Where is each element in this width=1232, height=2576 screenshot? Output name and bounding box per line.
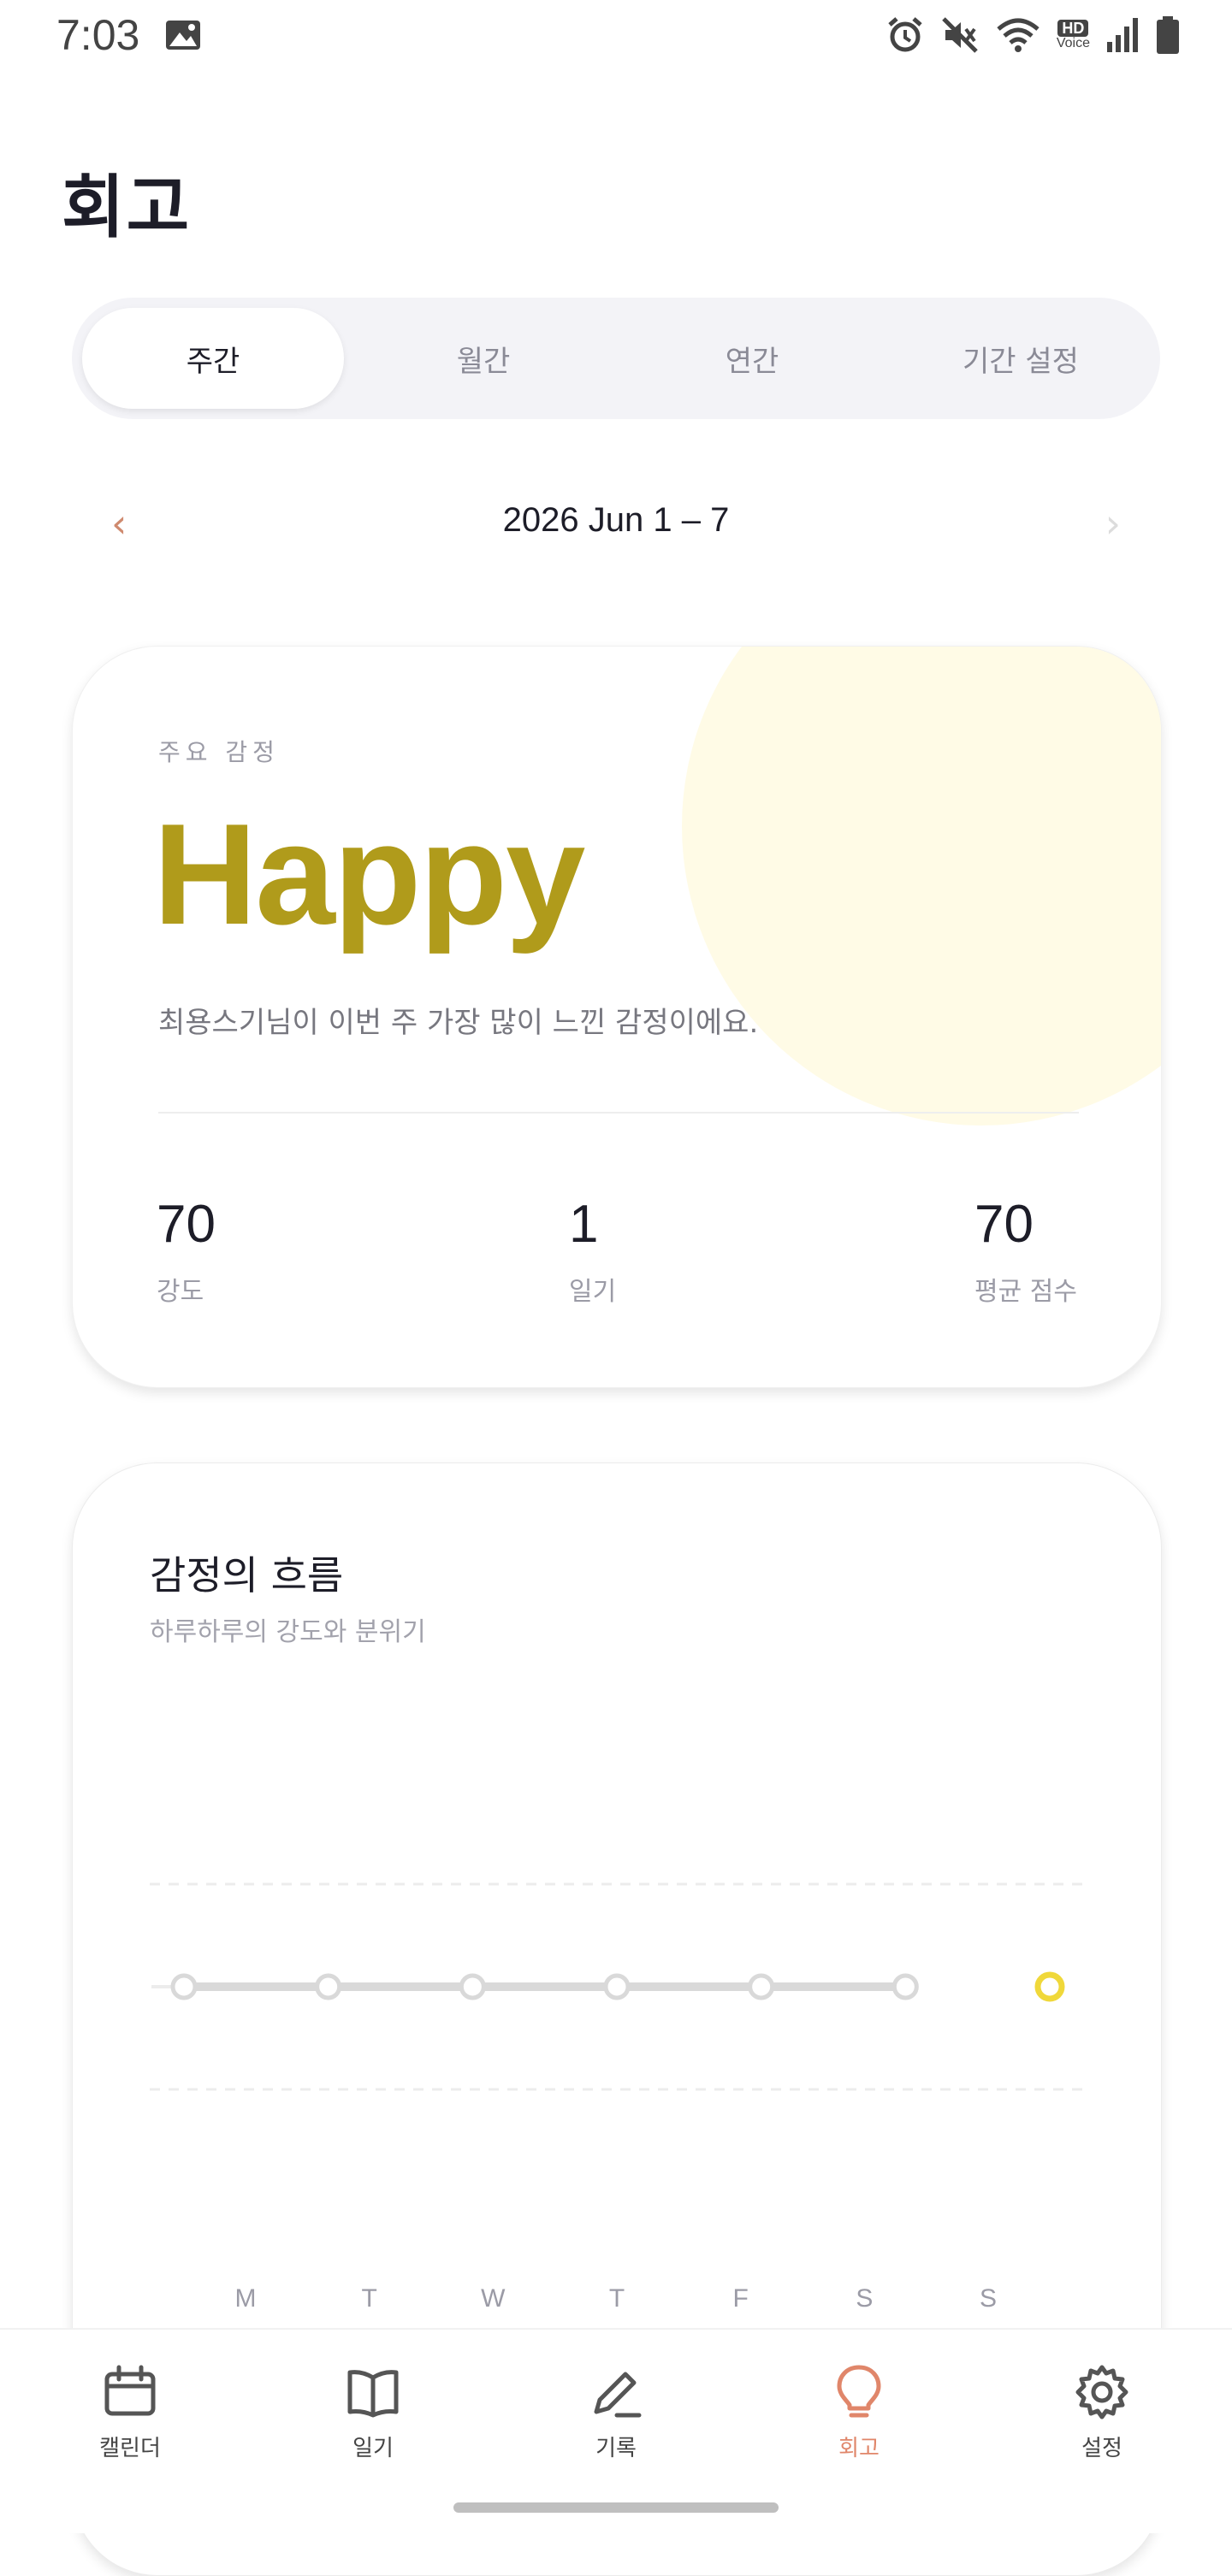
signal-icon [1107,18,1138,52]
emotion-summary-card: 주요 감정 Happy 최용스기님이 이번 주 가장 많이 느낀 감정이에요. … [72,646,1162,1388]
data-point[interactable] [459,1973,486,2000]
nav-label: 설정 [1081,2436,1122,2461]
data-point[interactable] [315,1973,342,2000]
nav-item-record[interactable]: 기록 [530,2362,702,2462]
stat-intensity: 70 강도 [157,1194,216,1308]
nav-label: 기록 [595,2436,637,2461]
x-tick-label: F [733,2284,749,2313]
nav-label: 캘린더 [99,2436,161,2461]
gallery-icon [166,21,200,50]
next-period-button[interactable]: › [1105,500,1121,547]
home-indicator[interactable] [453,2502,779,2513]
decorative-sun-shape [682,647,1161,1126]
period-label: 2026 Jun 1 – 7 [502,501,730,539]
dominant-emotion: Happy [153,794,585,954]
stat-diary-count: 1 일기 [569,1194,616,1308]
nav-item-review[interactable]: 회고 [773,2362,945,2462]
stat-average-score: 70 평균 점수 [974,1194,1077,1308]
tab-weekly[interactable]: 주간 [82,308,344,409]
wifi-icon [997,18,1040,52]
mute-icon [942,17,978,53]
x-tick-label: T [362,2284,377,2313]
data-point[interactable] [170,1973,198,2000]
card-eyebrow: 주요 감정 [158,738,280,766]
stat-value: 70 [974,1195,1034,1254]
stat-label: 일기 [569,1277,617,1307]
calendar-icon [104,2365,156,2416]
alarm-icon [888,17,922,52]
nav-item-calendar[interactable]: 캘린더 [44,2362,216,2462]
x-tick-label: S [980,2284,997,2313]
page-title: 회고 [62,168,192,247]
battery-icon [1157,16,1179,54]
stat-value: 70 [157,1195,216,1254]
stat-label: 강도 [157,1277,204,1307]
tab-monthly[interactable]: 월간 [352,308,614,409]
x-tick-label: S [856,2284,873,2313]
tab-custom-period[interactable]: 기간 설정 [890,308,1152,409]
pen-icon [594,2372,642,2418]
x-tick-label: W [481,2284,506,2313]
book-icon [347,2370,399,2418]
period-tabs: 주간 월간 연간 기간 설정 [72,298,1160,419]
tab-yearly[interactable]: 연간 [621,308,883,409]
data-point[interactable] [603,1973,631,2000]
divider [158,1112,1079,1114]
hd-voice-icon: HD Voice [1056,20,1090,50]
gear-icon [1075,2365,1128,2419]
x-tick-label: M [235,2284,257,2313]
stat-value: 1 [569,1195,599,1254]
nav-item-settings[interactable]: 설정 [1016,2362,1188,2462]
lightbulb-icon [837,2365,881,2418]
status-bar: 7:03 HD Voice [0,0,1232,74]
x-tick-label: T [609,2284,625,2313]
data-point[interactable] [891,1973,919,2000]
status-time: 7:03 [56,11,140,59]
nav-label: 회고 [838,2436,880,2461]
nav-item-diary[interactable]: 일기 [287,2362,459,2462]
emotion-description: 최용스기님이 이번 주 가장 많이 느낀 감정이에요. [158,1006,759,1040]
data-point[interactable] [1034,1971,1065,2002]
stat-label: 평균 점수 [974,1277,1077,1307]
status-icons: HD Voice [886,15,1181,55]
data-point[interactable] [748,1973,775,2000]
nav-label: 일기 [352,2436,394,2461]
